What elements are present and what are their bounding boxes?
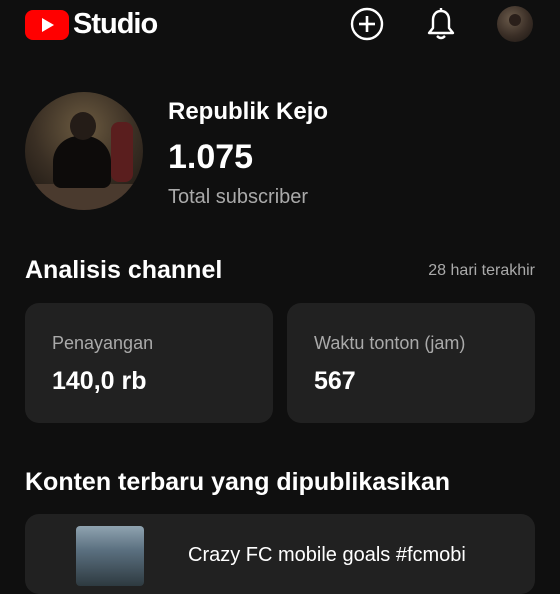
views-label: Penayangan [52,333,154,353]
avatar-person-head [70,112,96,140]
views-card[interactable]: Penayangan 140,0 rb [25,303,273,423]
notifications-button[interactable] [421,4,461,44]
account-avatar [497,6,533,42]
youtube-studio-logo[interactable]: Studio [25,8,158,41]
top-actions [313,4,535,44]
watch-time-label: Waktu tonton (jam) [314,333,466,353]
subscriber-label: Total subscriber [168,186,309,208]
channel-name: Republik Kejo [168,98,329,125]
watch-time-value: 567 [314,367,356,395]
plus-circle-icon [350,7,384,41]
video-thumbnail [76,526,144,586]
bell-icon [427,8,455,40]
analytics-period: 28 hari terakhir [428,262,535,279]
account-button[interactable] [495,4,535,44]
latest-video-title: Crazy FC mobile goals #fcmobi [188,544,466,566]
channel-profile: Republik Kejo 1.075 Total subscriber [25,92,535,212]
top-bar: Studio [0,0,560,50]
latest-video-card[interactable]: Crazy FC mobile goals #fcmobi [25,514,535,594]
watch-time-card[interactable]: Waktu tonton (jam) 567 [287,303,535,423]
avatar-person-body [53,136,111,188]
analytics-header: Analisis channel 28 hari terakhir [25,256,535,288]
subscriber-count: 1.075 [168,138,254,176]
latest-content-title: Konten terbaru yang dipublikasikan [25,468,451,496]
create-button[interactable] [347,4,387,44]
views-value: 140,0 rb [52,367,147,395]
logo-text: Studio [73,8,158,40]
avatar-motorcycle [111,122,133,182]
analytics-title: Analisis channel [25,256,223,284]
channel-avatar[interactable] [25,92,143,210]
youtube-play-icon [25,9,69,40]
